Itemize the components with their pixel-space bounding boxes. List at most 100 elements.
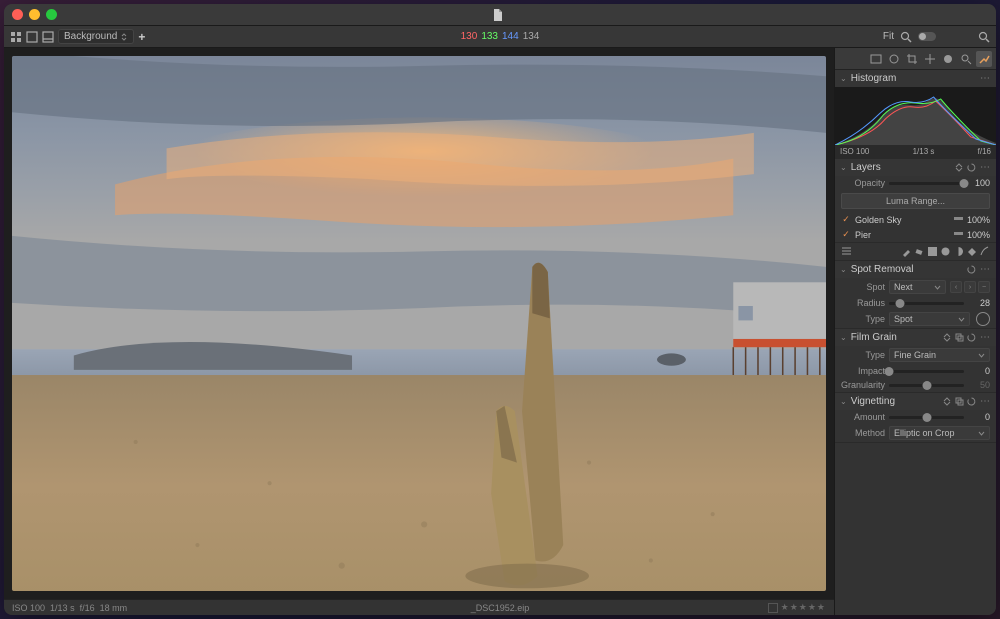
lens-tab[interactable] — [886, 51, 902, 67]
eraser-icon[interactable] — [914, 246, 925, 257]
library-tab[interactable] — [868, 51, 884, 67]
brush-icon[interactable] — [901, 246, 912, 257]
more-icon[interactable]: ⋯ — [980, 162, 991, 173]
more-icon[interactable]: ⋯ — [980, 264, 991, 275]
reset-icon[interactable] — [967, 397, 976, 406]
invert-icon[interactable] — [953, 246, 964, 257]
layers-header[interactable]: ⌄ Layers ⋯ — [835, 159, 996, 176]
image-canvas[interactable] — [4, 48, 834, 599]
grain-type-dropdown[interactable]: Fine Grain — [889, 348, 990, 362]
amount-slider[interactable] — [889, 416, 964, 419]
vignetting-header[interactable]: ⌄ Vignetting ⋯ — [835, 393, 996, 410]
crop-tab[interactable] — [904, 51, 920, 67]
impact-label: Impact — [841, 366, 885, 376]
layers-section: ⌄ Layers ⋯ Opacity 100 Luma Range... ✓ — [835, 159, 996, 261]
layer-toolbar — [835, 242, 996, 260]
reset-icon[interactable] — [967, 265, 976, 274]
checkmark-icon[interactable]: ✓ — [841, 230, 851, 240]
reset-icon[interactable] — [967, 163, 976, 172]
document-icon — [493, 9, 503, 21]
top-toolbar: Background + 130 133 144 134 Fit — [4, 26, 996, 48]
amount-value: 0 — [968, 412, 990, 422]
layer-item[interactable]: ✓ Pier 100% — [835, 227, 996, 242]
list-icon[interactable] — [841, 246, 852, 257]
spot-removal-header[interactable]: ⌄ Spot Removal ⋯ — [835, 261, 996, 278]
close-window-button[interactable] — [12, 9, 23, 20]
add-layer-button[interactable]: + — [138, 30, 145, 44]
histogram-labels: ISO 100 1/13 s f/16 — [835, 145, 996, 158]
more-icon[interactable]: ⋯ — [980, 396, 991, 407]
color-readout: 130 133 144 134 — [461, 31, 540, 42]
readout-blue: 144 — [502, 31, 519, 42]
status-focal: 18 mm — [100, 603, 128, 613]
more-icon[interactable]: ⋯ — [980, 73, 991, 84]
maximize-window-button[interactable] — [46, 9, 57, 20]
layer-opacity: 100% — [967, 215, 990, 225]
exposure-tab[interactable] — [922, 51, 938, 67]
feather-icon[interactable] — [979, 246, 990, 257]
layer-selector-dropdown[interactable]: Background — [58, 29, 134, 44]
grid-view-icon[interactable] — [10, 31, 22, 43]
film-grain-section: ⌄ Film Grain ⋯ Type Fine Grain Impact — [835, 329, 996, 393]
prev-spot-button[interactable]: ‹ — [950, 281, 962, 293]
histogram-graph[interactable] — [835, 87, 996, 145]
fill-icon[interactable] — [966, 246, 977, 257]
radius-slider[interactable] — [889, 302, 964, 305]
radial-gradient-icon[interactable] — [940, 246, 951, 257]
granularity-label: Granularity — [841, 380, 885, 390]
vignetting-title: Vignetting — [851, 396, 939, 407]
rating-stars[interactable]: ★★★★★ — [781, 602, 826, 613]
linear-gradient-icon[interactable] — [927, 246, 938, 257]
single-view-icon[interactable] — [26, 31, 38, 43]
granularity-slider[interactable] — [889, 384, 964, 387]
gradient-icon — [954, 214, 963, 223]
minimize-window-button[interactable] — [29, 9, 40, 20]
opacity-row: Opacity 100 — [835, 176, 996, 190]
search-icon[interactable] — [900, 31, 912, 43]
chevron-updown-icon — [120, 33, 128, 41]
tools-panel: ⌄ Histogram ⋯ ISO 100 1/13 s — [834, 48, 996, 615]
viewer: ISO 100 1/13 s f/16 18 mm _DSC1952.eip ★… — [4, 48, 834, 615]
expand-icon[interactable] — [943, 397, 952, 406]
histogram-header[interactable]: ⌄ Histogram ⋯ — [835, 70, 996, 87]
next-spot-button[interactable]: › — [964, 281, 976, 293]
granularity-value: 50 — [968, 380, 990, 390]
radius-label: Radius — [841, 298, 885, 308]
copy-icon[interactable] — [955, 397, 964, 406]
expand-icon[interactable] — [955, 163, 964, 172]
film-grain-header[interactable]: ⌄ Film Grain ⋯ — [835, 329, 996, 346]
search-icon-2[interactable] — [978, 31, 990, 43]
split-view-icon[interactable] — [42, 31, 54, 43]
more-icon[interactable]: ⋯ — [980, 332, 991, 343]
impact-slider[interactable] — [889, 370, 964, 373]
titlebar — [4, 4, 996, 26]
radius-value: 28 — [968, 298, 990, 308]
details-tab[interactable] — [958, 51, 974, 67]
zoom-toggle[interactable] — [918, 32, 936, 41]
zoom-label[interactable]: Fit — [883, 31, 894, 42]
status-filename: _DSC1952.eip — [471, 603, 530, 613]
gradient-icon — [954, 229, 963, 238]
spot-next-dropdown[interactable]: Next — [889, 280, 946, 294]
copy-icon[interactable] — [955, 333, 964, 342]
status-bar: ISO 100 1/13 s f/16 18 mm _DSC1952.eip ★… — [4, 599, 834, 615]
spot-label: Spot — [841, 282, 885, 292]
spot-type-dropdown[interactable]: Spot — [889, 312, 970, 326]
expand-icon[interactable] — [943, 333, 952, 342]
checkmark-icon[interactable]: ✓ — [841, 215, 851, 225]
delete-spot-button[interactable]: − — [978, 281, 990, 293]
tool-tabs — [835, 48, 996, 70]
reset-icon[interactable] — [967, 333, 976, 342]
color-tab[interactable] — [940, 51, 956, 67]
layer-item[interactable]: ✓ Golden Sky 100% — [835, 212, 996, 227]
method-dropdown[interactable]: Elliptic on Crop — [889, 426, 990, 440]
spot-tool-button[interactable] — [976, 312, 990, 326]
spot-type-label: Type — [841, 314, 885, 324]
opacity-slider[interactable] — [889, 182, 964, 185]
adjustments-tab[interactable] — [976, 51, 992, 67]
window-controls — [12, 9, 57, 20]
luma-range-button[interactable]: Luma Range... — [841, 193, 990, 209]
film-grain-title: Film Grain — [851, 332, 939, 343]
color-tag-selector[interactable] — [768, 603, 778, 613]
readout-luma: 134 — [523, 31, 540, 42]
